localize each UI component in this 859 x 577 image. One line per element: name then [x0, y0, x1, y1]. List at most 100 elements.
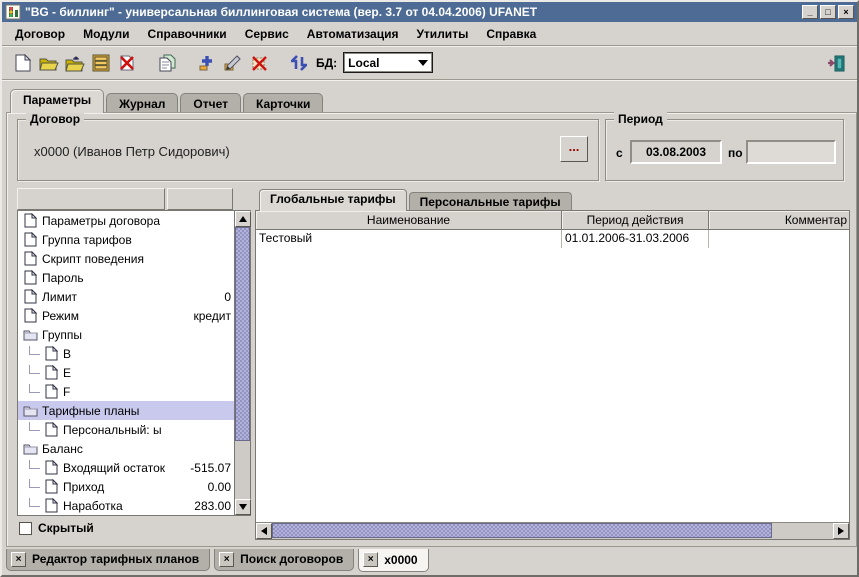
column-header-period[interactable]: Период действия [562, 211, 709, 230]
app-window: "BG - биллинг" - универсальная биллингов… [0, 0, 859, 577]
minimize-icon[interactable]: _ [802, 5, 818, 19]
scroll-left-icon[interactable] [256, 523, 272, 539]
tree-column-header[interactable] [167, 188, 233, 210]
scrollbar-thumb[interactable] [235, 227, 250, 441]
toolbar: БД: Local [2, 46, 857, 80]
tariff-panel: Глобальные тарифы Персональные тарифы На… [255, 188, 850, 540]
close-icon[interactable]: × [838, 5, 854, 19]
app-icon [5, 4, 21, 20]
chevron-down-icon [418, 60, 428, 66]
scroll-down-icon[interactable] [235, 499, 251, 515]
tree-item[interactable]: Приход 0.00 [18, 477, 234, 496]
table-row[interactable]: Тестовый 01.01.2006-31.03.2006 [256, 230, 849, 248]
document-icon [43, 460, 59, 475]
tree-item-selected[interactable]: Тарифные планы [18, 401, 234, 420]
folder-icon [22, 328, 38, 341]
scroll-right-icon[interactable] [833, 523, 849, 539]
document-icon [22, 270, 38, 285]
document-icon [22, 289, 38, 304]
tree-item[interactable]: Входящий остаток -515.07 [18, 458, 234, 477]
tab-parametry[interactable]: Параметры [10, 89, 104, 113]
scroll-up-icon[interactable] [235, 211, 251, 227]
tab-zhurnal[interactable]: Журнал [106, 93, 178, 113]
menu-spravka[interactable]: Справка [477, 24, 545, 44]
tariff-horizontal-scrollbar[interactable] [256, 522, 849, 539]
close-tab-icon[interactable]: × [11, 552, 26, 567]
contract-group-label: Договор [26, 112, 84, 126]
bottom-tab-label: Поиск договоров [240, 552, 343, 566]
open-folder-icon[interactable] [37, 51, 61, 75]
scrollbar-thumb[interactable] [272, 523, 772, 538]
tree-item[interactable]: Режим кредит [18, 306, 234, 325]
exit-door-icon[interactable] [824, 51, 848, 75]
document-icon [43, 384, 59, 399]
bottom-tab-label: x0000 [384, 553, 417, 567]
archive-drawer-icon[interactable] [89, 51, 113, 75]
document-icon [43, 365, 59, 380]
document-icon [22, 213, 38, 228]
bottom-tab-contract-search[interactable]: × Поиск договоров [214, 549, 354, 571]
tariff-table: Наименование Период действия Комментар Т… [255, 210, 850, 540]
folder-icon [22, 404, 38, 417]
tree-item[interactable]: Лимит 0 [18, 287, 234, 306]
document-icon [43, 479, 59, 494]
bottom-tab-tariff-editor[interactable]: × Редактор тарифных планов [6, 549, 210, 571]
refresh-icon[interactable] [287, 51, 311, 75]
document-icon [22, 232, 38, 247]
title-bar: "BG - биллинг" - универсальная биллингов… [2, 2, 857, 22]
menu-dogovor[interactable]: Договор [6, 24, 74, 44]
tree-vertical-scrollbar[interactable] [234, 211, 250, 515]
db-combobox-value: Local [348, 56, 418, 70]
document-icon [43, 498, 59, 513]
document-icon [43, 422, 59, 437]
main-tab-bar: Параметры Журнал Отчет Карточки [2, 87, 857, 112]
menu-servis[interactable]: Сервис [236, 24, 298, 44]
tab-global-tariffs[interactable]: Глобальные тарифы [259, 189, 407, 211]
tree-item[interactable]: Наработка 283.00 [18, 496, 234, 515]
close-tab-icon[interactable]: × [219, 552, 234, 567]
document-icon [22, 251, 38, 266]
tab-personal-tariffs[interactable]: Персональные тарифы [409, 192, 572, 211]
delete-document-icon[interactable] [115, 51, 139, 75]
period-from-field[interactable]: 03.08.2003 [630, 140, 722, 164]
period-to-field[interactable] [746, 140, 836, 164]
bottom-tab-x0000[interactable]: × x0000 [358, 549, 428, 572]
copy-icon[interactable] [155, 51, 179, 75]
maximize-icon[interactable]: □ [820, 5, 836, 19]
edit-item-icon[interactable] [221, 51, 245, 75]
db-combobox[interactable]: Local [343, 52, 433, 73]
tree-item[interactable]: Параметры договора [18, 211, 234, 230]
tree-item[interactable]: Пароль [18, 268, 234, 287]
menu-utility[interactable]: Утилиты [407, 24, 477, 44]
column-header-comment[interactable]: Комментар [709, 211, 849, 230]
tab-kartochki[interactable]: Карточки [243, 93, 323, 113]
tree-item[interactable]: B [18, 344, 234, 363]
contract-tree: Параметры договора Группа тарифов Скрипт… [18, 211, 234, 515]
tree-item[interactable]: Группа тарифов [18, 230, 234, 249]
bottom-tab-bar: × Редактор тарифных планов × Поиск догов… [6, 549, 433, 573]
column-header-name[interactable]: Наименование [256, 211, 562, 230]
open-import-icon[interactable] [63, 51, 87, 75]
hidden-checkbox-label: Скрытый [38, 521, 94, 535]
new-document-icon[interactable] [11, 51, 35, 75]
cell-comment [709, 230, 849, 248]
tab-otchet[interactable]: Отчет [180, 93, 241, 113]
add-item-icon[interactable] [195, 51, 219, 75]
tree-item[interactable]: E [18, 363, 234, 382]
window-title: "BG - биллинг" - универсальная биллингов… [25, 5, 802, 19]
tree-item[interactable]: Баланс [18, 439, 234, 458]
remove-item-icon[interactable] [247, 51, 271, 75]
tree-item[interactable]: Персональный: ы [18, 420, 234, 439]
menu-moduli[interactable]: Модули [74, 24, 138, 44]
menu-avtomatizaciya[interactable]: Автоматизация [298, 24, 408, 44]
menu-spravochniki[interactable]: Справочники [139, 24, 236, 44]
contract-tree-panel: Параметры договора Группа тарифов Скрипт… [17, 188, 251, 535]
tree-item[interactable]: Скрипт поведения [18, 249, 234, 268]
tree-column-header[interactable] [17, 188, 165, 210]
contract-browse-button[interactable]: ... [560, 136, 588, 162]
close-tab-icon[interactable]: × [363, 552, 378, 567]
hidden-checkbox[interactable] [19, 522, 32, 535]
scrollbar-track[interactable] [272, 523, 833, 539]
tree-item[interactable]: F [18, 382, 234, 401]
tree-item[interactable]: Группы [18, 325, 234, 344]
